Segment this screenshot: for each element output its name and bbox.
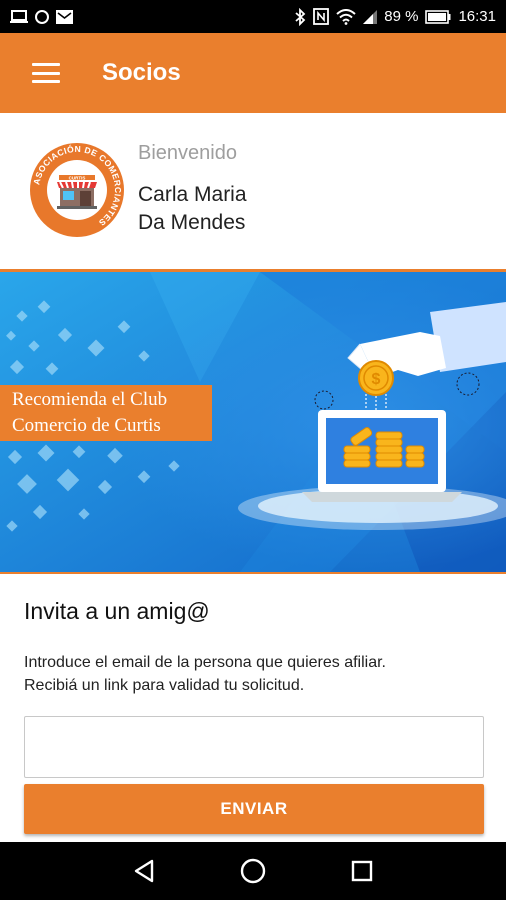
email-field[interactable] (24, 716, 484, 778)
laptop-icon (10, 9, 28, 23)
invite-title: Invita a un amig@ (24, 598, 210, 624)
system-nav-bar (0, 842, 506, 900)
promo-banner: $ Recomienda el Club Comercio de Curtis (0, 272, 506, 574)
status-bar: 89 % 16:31 (0, 0, 506, 33)
status-time: 16:31 (458, 8, 496, 25)
recents-icon[interactable] (351, 860, 373, 882)
signal-icon (363, 9, 378, 24)
wifi-icon (336, 8, 356, 25)
invite-description: Introduce el email de la persona que qui… (24, 651, 386, 697)
welcome-label: Bienvenido (138, 142, 237, 164)
menu-icon[interactable] (32, 63, 60, 83)
bluetooth-icon (295, 7, 306, 26)
banner-line2: Comercio de Curtis (12, 415, 161, 436)
user-name: Carla Maria Da Mendes (138, 181, 247, 237)
user-name-line1: Carla Maria (138, 183, 247, 206)
back-icon[interactable] (133, 859, 155, 883)
send-button[interactable]: ENVIAR (24, 784, 484, 834)
banner-line1: Recomienda el Club (12, 389, 168, 410)
battery-icon (425, 9, 451, 24)
invite-desc-line2: Recibiá un link para validad tu solicitu… (24, 677, 305, 694)
association-logo: ASOCIACIÓN DE COMERCIANTES CURTIS (30, 143, 124, 237)
invite-desc-line1: Introduce el email de la persona que qui… (24, 654, 386, 671)
circle-icon (35, 9, 49, 24)
profile-header: ASOCIACIÓN DE COMERCIANTES CURTIS Bienve… (0, 113, 506, 272)
user-name-line2: Da Mendes (138, 211, 246, 234)
home-icon[interactable] (240, 858, 266, 884)
mail-icon (56, 9, 73, 24)
battery-percent: 89 % (384, 8, 419, 25)
nfc-icon (313, 8, 330, 25)
coin-symbol: $ (372, 371, 381, 388)
app-bar: Socios (0, 33, 506, 113)
svg-text:CURTIS: CURTIS (69, 176, 86, 181)
page-title: Socios (102, 59, 181, 86)
banner-caption: Recomienda el Club Comercio de Curtis (0, 385, 212, 441)
